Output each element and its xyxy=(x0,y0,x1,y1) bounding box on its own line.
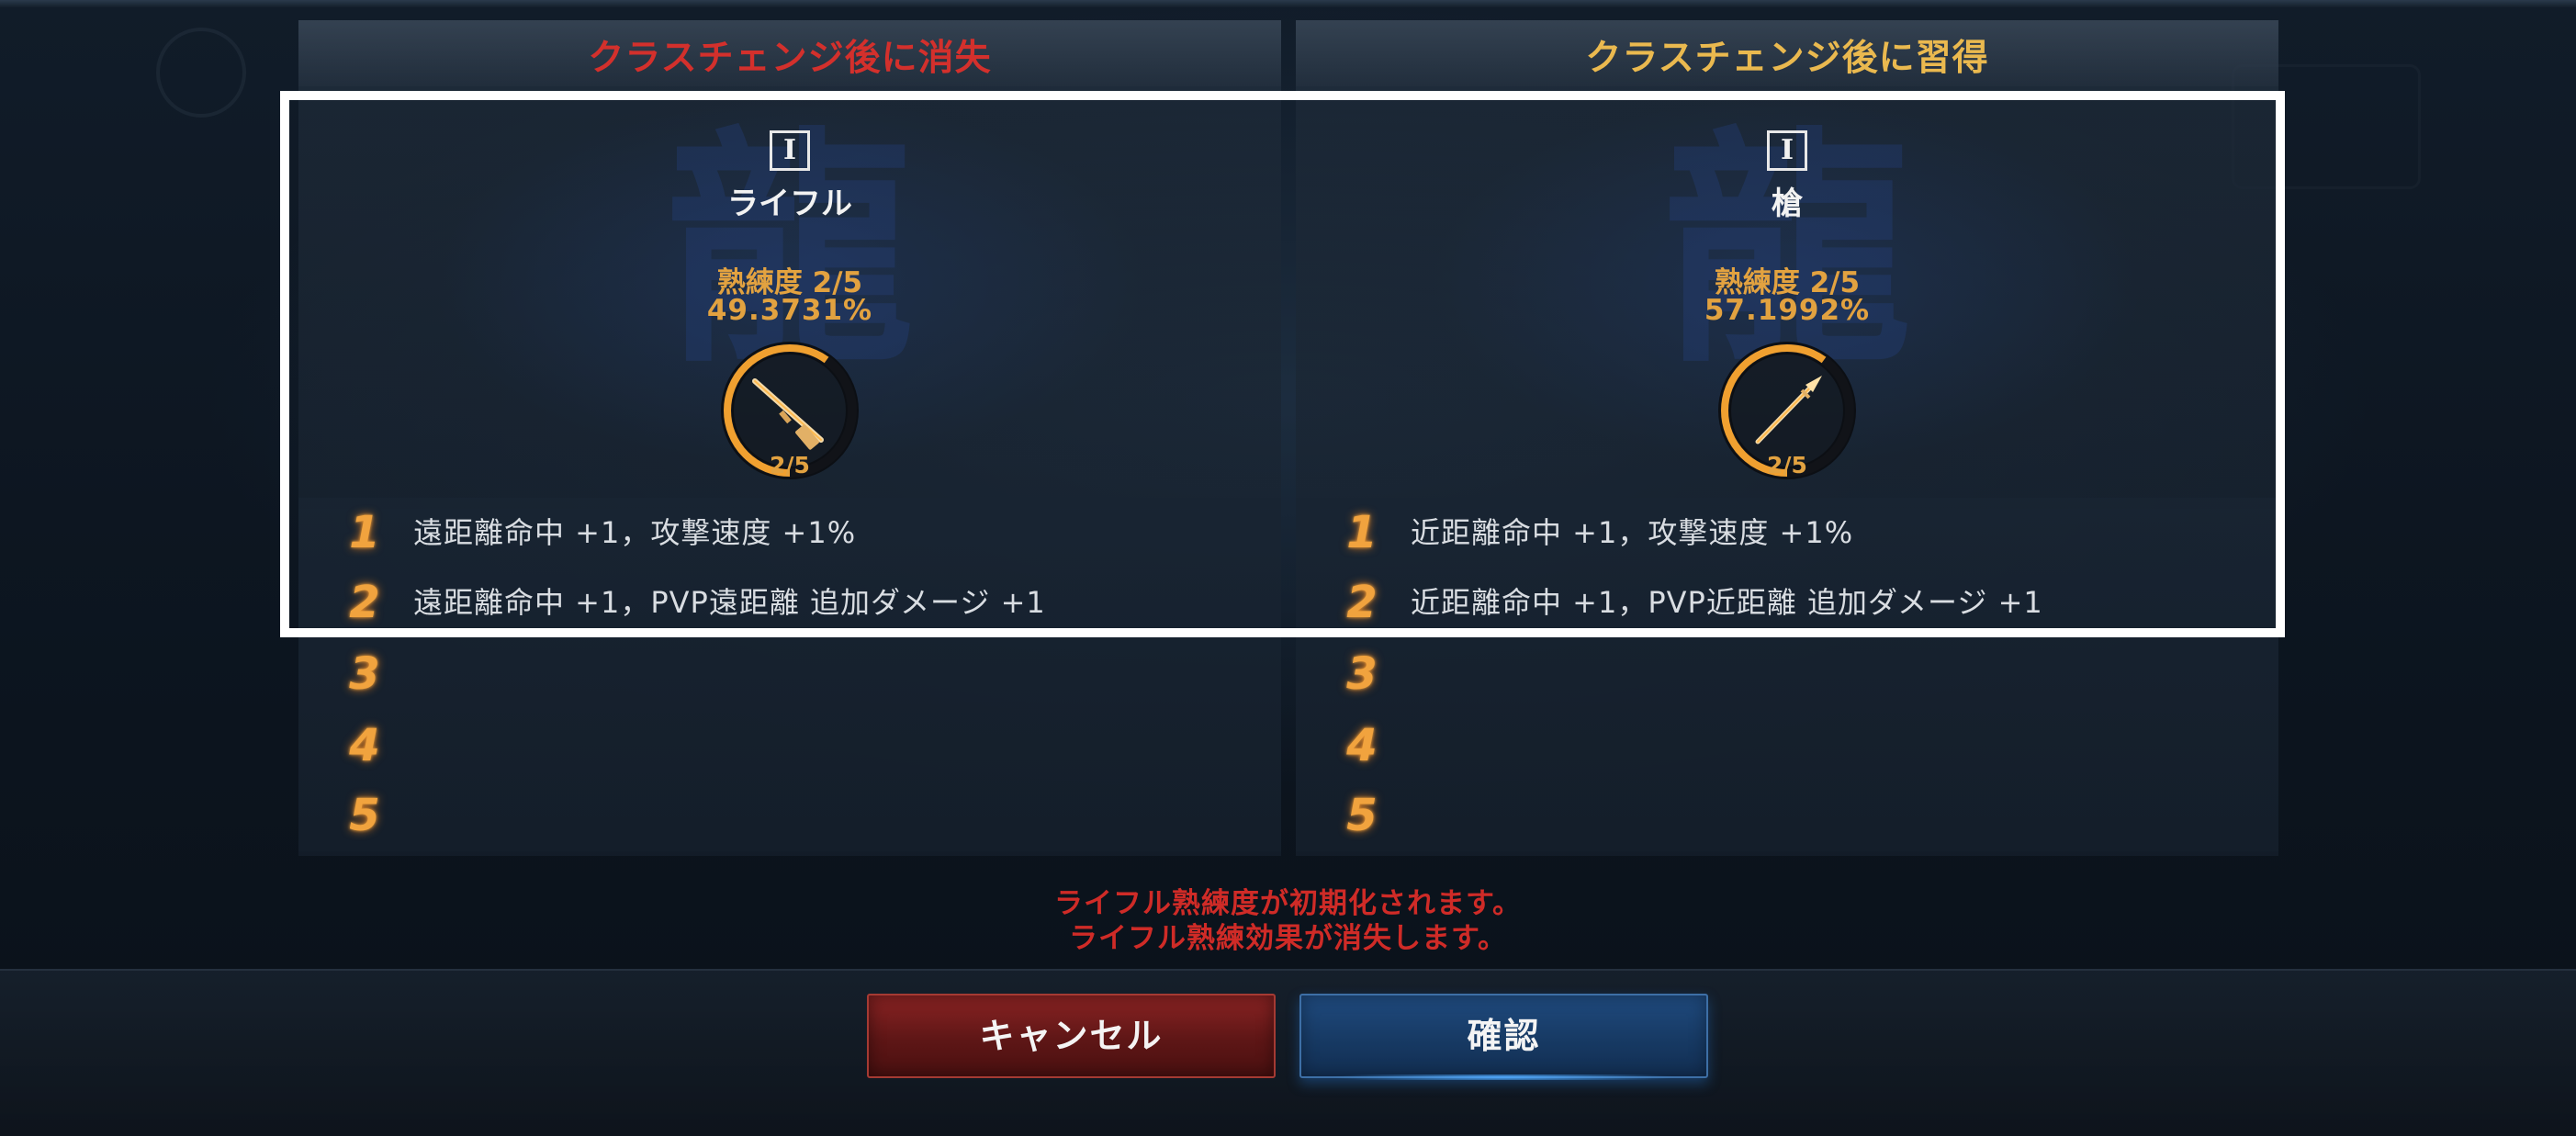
top-edge-bar xyxy=(0,0,2576,7)
confirm-button-glow xyxy=(1332,1074,1676,1080)
effect-text: 遠距離命中 +1，攻撃速度 +1% xyxy=(413,515,857,550)
effect-level-number: 2 xyxy=(1346,577,1378,628)
list-item: 5 xyxy=(1296,781,2278,850)
list-item: 1 遠距離命中 +1，攻撃速度 +1% xyxy=(298,498,1281,568)
weapon-name: ライフル xyxy=(727,186,852,222)
effect-text: 遠距離命中 +1，PVP遠距離 追加ダメージ +1 xyxy=(413,585,1046,620)
effect-level-number: 3 xyxy=(349,648,380,700)
effect-level-number: 5 xyxy=(1346,790,1378,841)
gained-mastery-panel: クラスチェンジ後に習得 龍 I 槍 熟練度 2/5 57.1992% 2/5 1… xyxy=(1296,20,2278,856)
effect-level-number: 1 xyxy=(349,507,380,558)
list-item: 5 xyxy=(298,781,1281,850)
tier-icon: I xyxy=(770,130,810,171)
list-item: 4 xyxy=(298,711,1281,781)
class-change-dialog: クラスチェンジ後に消失 龍 I ライフル 熟練度 2/5 49.3731% 2/… xyxy=(0,0,2576,1136)
effect-level-number: 4 xyxy=(1346,720,1378,771)
weapon-name: 槍 xyxy=(1772,186,1803,222)
list-item: 2 近距離命中 +1，PVP近距離 追加ダメージ +1 xyxy=(1296,568,2278,637)
cancel-button[interactable]: キャンセル xyxy=(867,994,1276,1078)
gained-panel-title: クラスチェンジ後に習得 xyxy=(1585,38,1989,79)
effect-level-number: 1 xyxy=(1346,507,1378,558)
mastery-effects-list: 1 遠距離命中 +1，攻撃速度 +1% 2 遠距離命中 +1，PVP遠距離 追加… xyxy=(298,498,1281,856)
mastery-percent: 49.3731% xyxy=(706,294,873,327)
effect-text: 近距離命中 +1，PVP近距離 追加ダメージ +1 xyxy=(1411,585,2043,620)
lost-panel-title: クラスチェンジ後に消失 xyxy=(588,38,992,79)
list-item: 3 xyxy=(1296,639,2278,709)
list-item: 2 遠距離命中 +1，PVP遠距離 追加ダメージ +1 xyxy=(298,568,1281,637)
mastery-percent: 57.1992% xyxy=(1704,294,1871,327)
effect-text: 近距離命中 +1，攻撃速度 +1% xyxy=(1411,515,1854,550)
gauge-label: 2/5 xyxy=(1767,452,1807,478)
effect-level-number: 4 xyxy=(349,720,380,771)
gauge-label: 2/5 xyxy=(770,452,810,478)
panel-header: クラスチェンジ後に習得 xyxy=(1296,20,2278,86)
tier-icon: I xyxy=(1767,130,1807,171)
background-ornament xyxy=(156,28,246,118)
effect-level-number: 2 xyxy=(349,577,380,628)
effect-level-number: 3 xyxy=(1346,648,1378,700)
panel-header: クラスチェンジ後に消失 xyxy=(298,20,1281,86)
list-item: 3 xyxy=(298,639,1281,709)
list-item: 4 xyxy=(1296,711,2278,781)
lost-mastery-panel: クラスチェンジ後に消失 龍 I ライフル 熟練度 2/5 49.3731% 2/… xyxy=(298,20,1281,856)
list-item: 1 近距離命中 +1，攻撃速度 +1% xyxy=(1296,498,2278,568)
mastery-effects-list: 1 近距離命中 +1，攻撃速度 +1% 2 近距離命中 +1，PVP近距離 追加… xyxy=(1296,498,2278,856)
effect-level-number: 5 xyxy=(349,790,380,841)
button-bar xyxy=(0,969,2576,1136)
confirm-button[interactable]: 確認 xyxy=(1299,994,1708,1078)
warning-message: ライフル熟練効果が消失します。 xyxy=(1069,922,1507,955)
